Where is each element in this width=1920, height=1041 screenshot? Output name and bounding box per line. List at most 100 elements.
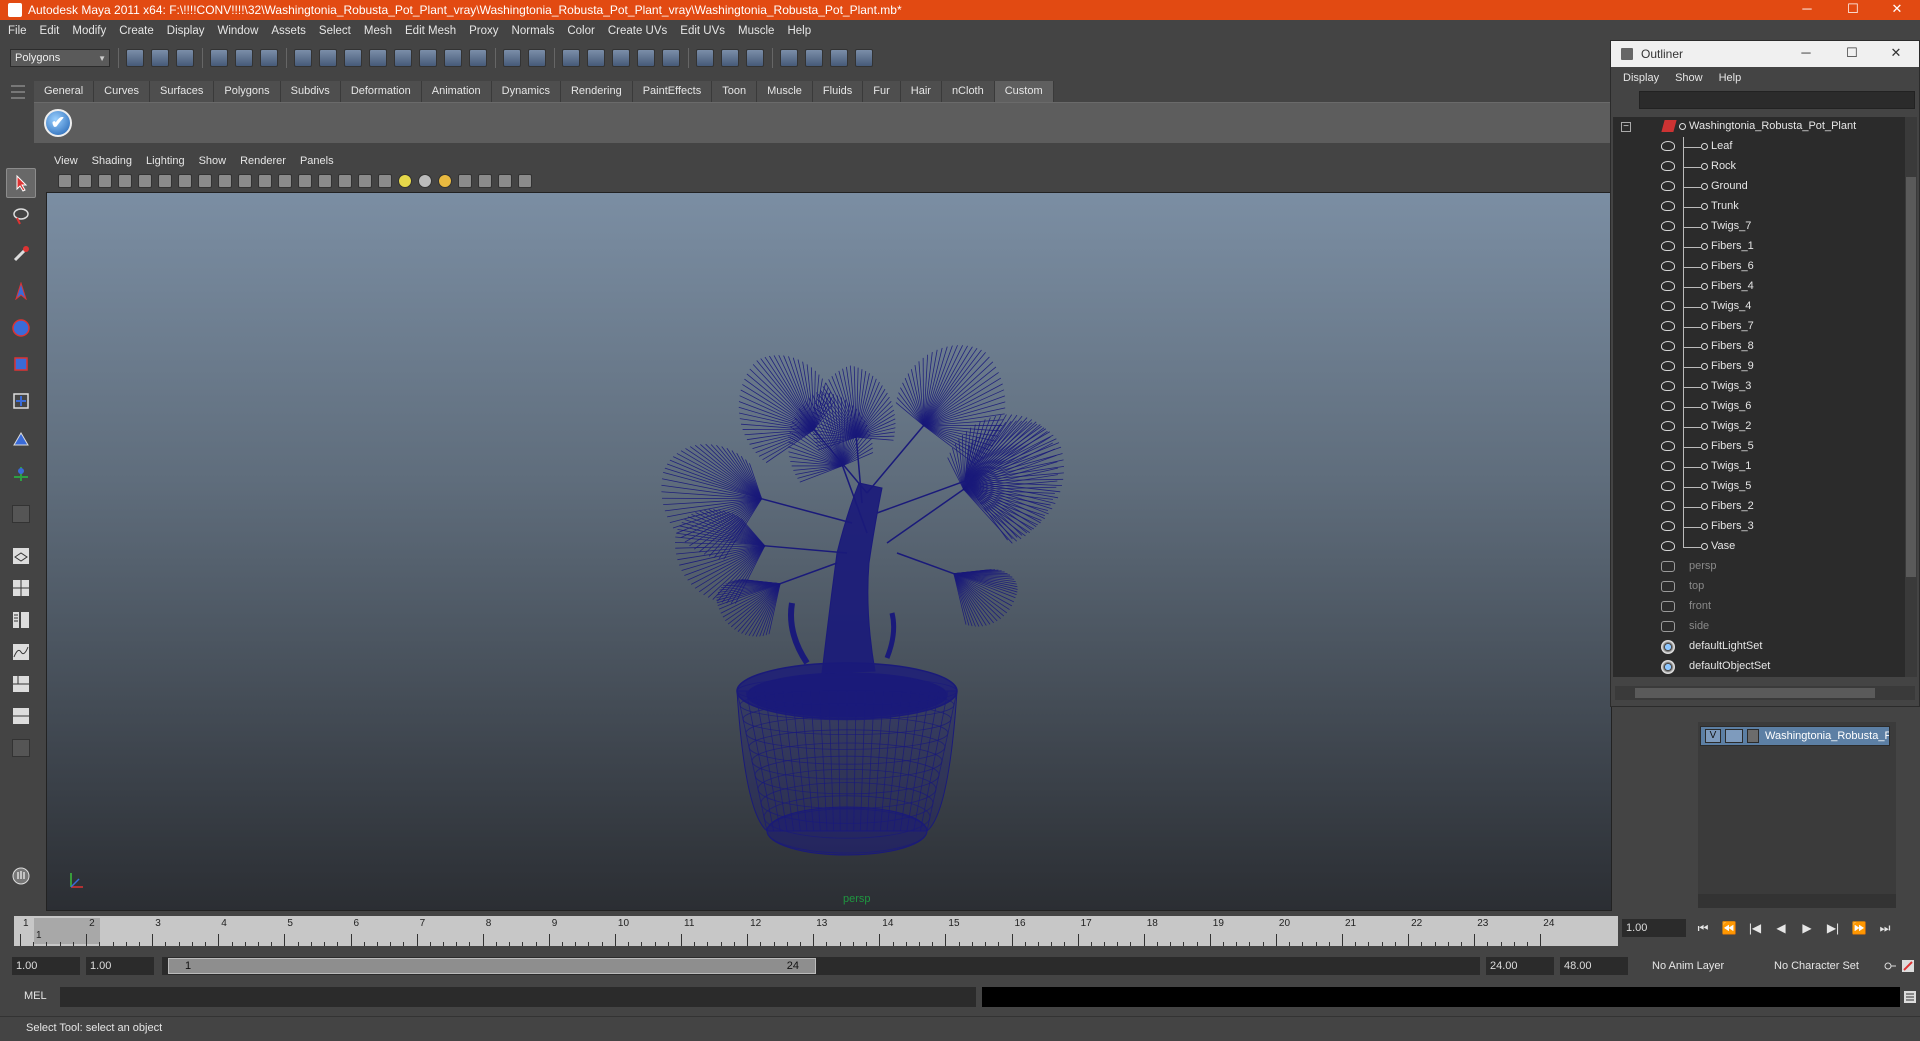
outliner-camera-item[interactable]: side xyxy=(1613,617,1903,637)
outliner-item[interactable]: Twigs_3 xyxy=(1613,377,1903,397)
hypershade-icon[interactable] xyxy=(805,49,823,67)
menu-proxy[interactable]: Proxy xyxy=(469,25,498,37)
animation-preferences-icon[interactable] xyxy=(1902,960,1914,972)
outliner-camera-item[interactable]: persp xyxy=(1613,557,1903,577)
go-to-end-button[interactable]: ⏭ xyxy=(1876,920,1894,936)
checkmark-icon[interactable]: ✔ xyxy=(44,109,72,137)
time-slider-track[interactable]: 1 1 2 3 4 5 6 7 8 9 10 11 12 13 14 15 16 17 18 19 20 21 22 23 2… xyxy=(14,916,1618,946)
select-surfaces-icon[interactable] xyxy=(369,49,387,67)
outliner-item[interactable]: Twigs_1 xyxy=(1613,457,1903,477)
tab-deformation[interactable]: Deformation xyxy=(340,81,422,102)
shelf-grip-handle[interactable] xyxy=(8,81,28,143)
script-editor-layout-button[interactable] xyxy=(6,702,36,732)
backface-culling-icon[interactable] xyxy=(518,174,532,188)
outliner-item[interactable]: Twigs_4 xyxy=(1613,297,1903,317)
ipr-render-icon[interactable] xyxy=(746,49,764,67)
range-slider-thumb[interactable]: 1 24 xyxy=(168,958,816,974)
outliner-horizontal-scrollbar[interactable] xyxy=(1615,686,1915,700)
snap-point-icon[interactable] xyxy=(612,49,630,67)
outliner-close-button[interactable]: ✕ xyxy=(1873,41,1919,67)
close-button[interactable]: ✕ xyxy=(1874,0,1920,20)
step-forward-key-button[interactable]: ⏩ xyxy=(1850,920,1868,936)
tool-settings-button[interactable] xyxy=(6,862,36,892)
minimize-button[interactable]: ─ xyxy=(1784,0,1830,20)
tab-polygons[interactable]: Polygons xyxy=(214,81,281,102)
tab-rendering[interactable]: Rendering xyxy=(560,81,633,102)
outliner-item[interactable]: Fibers_7 xyxy=(1613,317,1903,337)
xray-joints-icon[interactable] xyxy=(498,174,512,188)
menu-create[interactable]: Create xyxy=(119,25,154,37)
select-joints-icon[interactable] xyxy=(319,49,337,67)
step-back-key-button[interactable]: ⏪ xyxy=(1720,920,1738,936)
outliner-layout-button[interactable] xyxy=(6,606,36,636)
range-slider-track[interactable]: 1 24 xyxy=(162,957,1480,975)
select-tool-button[interactable] xyxy=(6,168,36,198)
layer-playback-toggle[interactable] xyxy=(1725,729,1743,743)
outliner-item[interactable]: Ground xyxy=(1613,177,1903,197)
show-manipulator-button[interactable] xyxy=(6,460,36,490)
outliner-item[interactable]: Fibers_6 xyxy=(1613,257,1903,277)
safe-title-icon[interactable] xyxy=(298,174,312,188)
menu-edit-mesh[interactable]: Edit Mesh xyxy=(405,25,456,37)
image-plane-icon[interactable] xyxy=(118,174,132,188)
outliner-item[interactable]: Fibers_3 xyxy=(1613,517,1903,537)
panel-menu-show[interactable]: Show xyxy=(199,155,227,167)
open-scene-icon[interactable] xyxy=(151,49,169,67)
panel-menu-shading[interactable]: Shading xyxy=(92,155,132,167)
tab-dynamics[interactable]: Dynamics xyxy=(491,81,561,102)
menu-select[interactable]: Select xyxy=(319,25,351,37)
tab-animation[interactable]: Animation xyxy=(421,81,492,102)
menu-edit-uvs[interactable]: Edit UVs xyxy=(680,25,725,37)
plant-wireframe-model[interactable] xyxy=(47,193,1611,910)
menu-mesh[interactable]: Mesh xyxy=(364,25,392,37)
menu-display[interactable]: Display xyxy=(167,25,205,37)
snap-grid-icon[interactable] xyxy=(562,49,580,67)
display-layer-row[interactable]: V Washingtonia_Robusta_Pot_Plant xyxy=(1700,726,1890,746)
outliner-item[interactable]: Fibers_9 xyxy=(1613,357,1903,377)
layer-color-swatch[interactable] xyxy=(1747,729,1759,743)
last-tool-button[interactable] xyxy=(6,500,36,530)
select-deformations-icon[interactable] xyxy=(394,49,412,67)
playback-start-field[interactable]: 1.00 xyxy=(86,957,154,975)
xray-icon[interactable] xyxy=(478,174,492,188)
current-frame-field[interactable]: 1.00 xyxy=(1622,919,1686,937)
anim-layer-dropdown[interactable]: No Anim Layer xyxy=(1648,957,1758,975)
outliner-root-item[interactable]: Washingtonia_Robusta_Pot_Plant xyxy=(1613,117,1903,137)
menu-normals[interactable]: Normals xyxy=(512,25,555,37)
lasso-tool-button[interactable] xyxy=(6,202,36,232)
animation-end-field[interactable]: 48.00 xyxy=(1560,957,1628,975)
outliner-item[interactable]: Trunk xyxy=(1613,197,1903,217)
film-gate-icon[interactable] xyxy=(198,174,212,188)
panel-menu-lighting[interactable]: Lighting xyxy=(146,155,185,167)
outliner-menu-help[interactable]: Help xyxy=(1719,72,1742,84)
select-dynamics-icon[interactable] xyxy=(419,49,437,67)
outliner-tree[interactable]: − Washingtonia_Robusta_Pot_Plant Leaf Roc… xyxy=(1613,117,1905,677)
layer-editor-scrollbar[interactable] xyxy=(1698,894,1896,908)
playback-end-field[interactable]: 24.00 xyxy=(1486,957,1554,975)
character-set-dropdown[interactable]: No Character Set xyxy=(1770,957,1880,975)
select-object-icon[interactable] xyxy=(235,49,253,67)
outliner-menu-show[interactable]: Show xyxy=(1675,72,1703,84)
outliner-maximize-button[interactable]: ☐ xyxy=(1829,41,1875,67)
step-back-frame-button[interactable]: |◀ xyxy=(1746,920,1764,936)
outliner-item[interactable]: Twigs_7 xyxy=(1613,217,1903,237)
scale-tool-button[interactable] xyxy=(6,350,36,380)
outliner-item[interactable]: Fibers_2 xyxy=(1613,497,1903,517)
tab-fluids[interactable]: Fluids xyxy=(812,81,864,102)
select-misc-icon[interactable] xyxy=(469,49,487,67)
outliner-filter-input[interactable] xyxy=(1639,91,1915,109)
tab-ncloth[interactable]: nCloth xyxy=(941,81,995,102)
wireframe-icon[interactable] xyxy=(318,174,332,188)
time-slider[interactable]: 1 1 2 3 4 5 6 7 8 9 10 11 12 13 14 15 16 17 18 19 20 21 22 23 2… xyxy=(0,914,1920,948)
snap-view-plane-icon[interactable] xyxy=(637,49,655,67)
tab-painteffects[interactable]: PaintEffects xyxy=(632,81,713,102)
shadows-icon[interactable] xyxy=(418,174,432,188)
menu-color[interactable]: Color xyxy=(567,25,594,37)
script-editor-icon[interactable] xyxy=(1904,991,1916,1003)
bookmarks-icon[interactable] xyxy=(98,174,112,188)
step-forward-frame-button[interactable]: ▶| xyxy=(1824,920,1842,936)
select-camera-icon[interactable] xyxy=(58,174,72,188)
tab-hair[interactable]: Hair xyxy=(900,81,942,102)
outliner-set-item[interactable]: defaultObjectSet xyxy=(1613,657,1903,677)
play-forwards-button[interactable]: ▶ xyxy=(1798,920,1816,936)
